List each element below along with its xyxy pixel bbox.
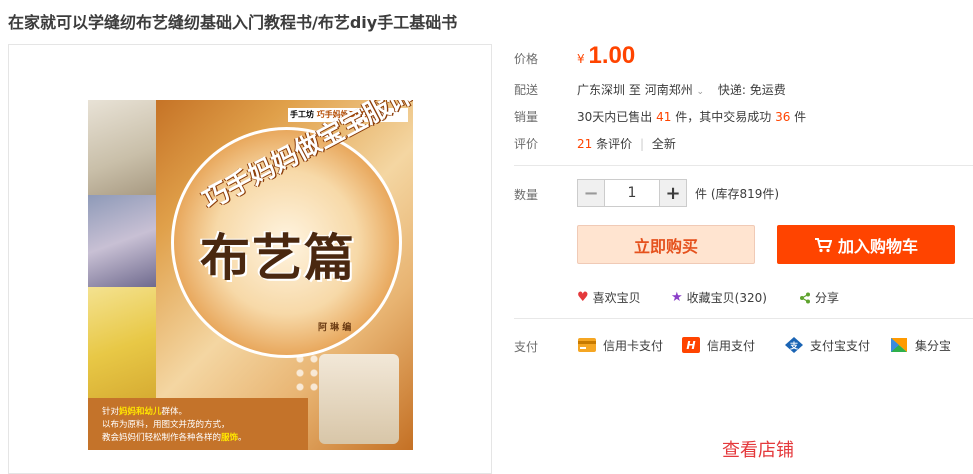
add-to-cart-button[interactable]: 加入购物车 — [777, 225, 955, 264]
price-display: ¥ 1.00 — [577, 42, 635, 70]
like-label: 喜欢宝贝 — [592, 291, 641, 305]
payment-method-label: 支付宝支付 — [810, 338, 871, 353]
price-label: 价格 — [514, 52, 539, 66]
sales-label: 销量 — [514, 110, 539, 124]
sales-mid: 件，其中交易成功 — [675, 110, 772, 124]
payment-alipay: 支 支付宝支付 — [784, 336, 870, 354]
cover-main-title: 布艺篇 — [200, 229, 356, 287]
review-count-suffix[interactable]: 条评价 — [596, 137, 632, 151]
currency-symbol: ¥ — [577, 52, 585, 66]
share-icon — [800, 292, 810, 303]
divider — [514, 318, 973, 319]
delivery-from: 广东深圳 — [577, 83, 626, 97]
chevron-down-icon[interactable]: ⌄ — [697, 87, 705, 97]
quantity-decrease-button[interactable]: − — [577, 179, 605, 207]
alipay-icon: 支 — [785, 337, 803, 353]
credit-pay-icon: H — [682, 337, 700, 353]
payment-method-label: 信用支付 — [707, 338, 756, 353]
payment-method-label: 集分宝 — [915, 338, 952, 353]
reviews-label: 评价 — [514, 137, 539, 151]
price-value: 1.00 — [588, 42, 636, 69]
cover-blurb: 针对妈妈和幼儿群体。 以布为原料，用图文并茂的方式， 教会妈妈们轻松制作各种各样… — [88, 398, 308, 450]
payment-credit-card: 信用卡支付 — [577, 336, 663, 354]
quantity-increase-button[interactable]: + — [659, 179, 687, 207]
share-label: 分享 — [815, 291, 840, 305]
cover-photo-strip — [88, 195, 156, 289]
review-separator: | — [639, 137, 644, 151]
cover-author: 阿 琳 编 — [318, 323, 352, 333]
cover-clothes-photo — [319, 354, 399, 444]
sales-suffix: 件 — [794, 110, 807, 124]
add-to-cart-label: 加入购物车 — [837, 236, 918, 256]
buy-now-button[interactable]: 立即购买 — [577, 225, 755, 264]
sales-prefix: 30天内已售出 — [577, 110, 653, 124]
sales-sold-count: 41 — [656, 110, 672, 124]
cover-series-brand: 手工坊 — [290, 110, 314, 119]
shipping-fee: 快递: 免运费 — [717, 83, 786, 97]
delivery-info: 广东深圳 至 河南郑州 ⌄ 快递: 免运费 — [577, 81, 786, 98]
sales-success-count: 36 — [775, 110, 791, 124]
cover-photo-strip — [88, 287, 156, 409]
product-title: 在家就可以学缝纫布艺缝纫基础入门教程书/布艺diy手工基础书 — [8, 13, 458, 32]
like-button[interactable]: ♥ 喜欢宝贝 — [577, 289, 641, 306]
star-icon: ★ — [671, 290, 683, 305]
divider — [514, 165, 973, 166]
condition-new: 全新 — [651, 137, 676, 151]
payment-method-label: 信用卡支付 — [603, 338, 664, 353]
quantity-stepper[interactable]: − + — [577, 179, 687, 207]
payment-jifenbao: 集分宝 — [889, 336, 951, 354]
share-button[interactable]: 分享 — [799, 289, 839, 306]
delivery-destination-select[interactable]: 河南郑州 ⌄ — [645, 83, 708, 97]
reviews-info: 21 条评价 | 全新 — [577, 135, 676, 152]
quantity-input[interactable] — [605, 179, 659, 207]
quantity-label: 数量 — [514, 188, 539, 202]
payment-credit: H 信用支付 — [681, 336, 755, 354]
shopping-cart-icon — [814, 237, 832, 252]
sales-info: 30天内已售出 41 件，其中交易成功 36 件 — [577, 108, 806, 125]
favorite-label: 收藏宝贝(320) — [686, 291, 767, 305]
delivery-to-word: 至 — [628, 83, 641, 97]
credit-card-icon — [578, 338, 596, 352]
favorite-button[interactable]: ★ 收藏宝贝(320) — [671, 289, 767, 306]
book-cover-image[interactable]: 手工坊 巧手妈妈DIY系列 巧手妈妈做宝宝服饰 布艺篇 阿 琳 编 针对妈妈和幼… — [88, 100, 413, 450]
heart-icon: ♥ — [577, 290, 589, 305]
jifenbao-icon — [891, 338, 907, 352]
cover-photo-strip — [88, 100, 156, 197]
product-image-gallery[interactable]: 手工坊 巧手妈妈DIY系列 巧手妈妈做宝宝服饰 布艺篇 阿 琳 编 针对妈妈和幼… — [8, 44, 492, 474]
review-count[interactable]: 21 — [577, 137, 592, 151]
view-shop-link[interactable]: 查看店铺 — [722, 436, 794, 462]
stock-info: 件 (库存819件) — [695, 187, 780, 201]
svg-text:H: H — [686, 339, 695, 352]
delivery-destination[interactable]: 河南郑州 — [645, 83, 693, 97]
svg-text:支: 支 — [789, 341, 799, 351]
payment-label: 支付 — [514, 340, 539, 354]
delivery-label: 配送 — [514, 83, 539, 97]
